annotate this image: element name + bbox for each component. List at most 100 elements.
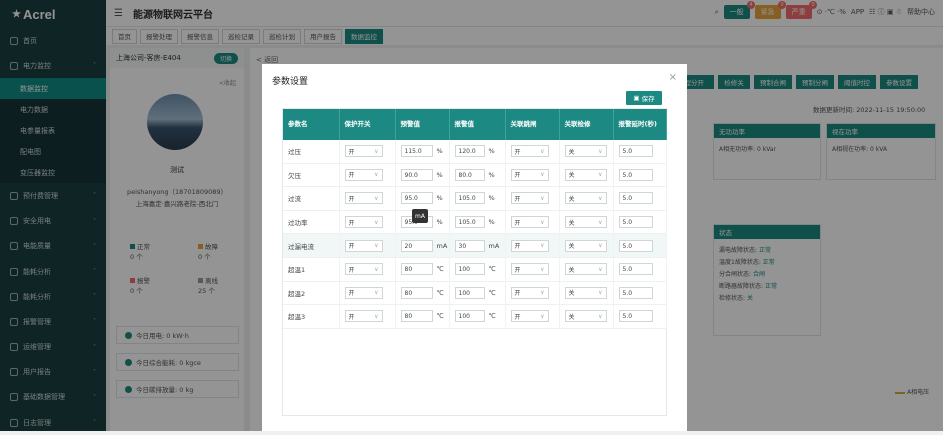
delay-input[interactable]: 5.0 xyxy=(618,192,653,205)
alarm-value-input[interactable]: 30 xyxy=(454,239,485,252)
trip-select[interactable]: 开 ∨ xyxy=(510,216,549,229)
trip-cell: 开 ∨ xyxy=(505,304,560,329)
maintenance-select[interactable]: 关 ∨ xyxy=(564,310,607,323)
maint-cell: 关 ∨ xyxy=(559,186,614,211)
trip-select[interactable]: 开 ∨ xyxy=(510,310,549,323)
alarm-value-input[interactable]: 105.0 xyxy=(454,192,485,205)
alarm-cell: 100 ℃ xyxy=(449,281,506,306)
warn-value-input[interactable]: 20 xyxy=(400,239,433,252)
select-value: 开 xyxy=(348,266,355,274)
protection-switch-select[interactable]: 开 ∨ xyxy=(344,216,383,229)
maintenance-select[interactable]: 关 ∨ xyxy=(564,239,607,252)
unit-label: mA xyxy=(488,241,500,250)
trip-select[interactable]: 开 ∨ xyxy=(510,192,549,205)
unit-label: mA xyxy=(436,241,448,250)
warn-value-input[interactable]: 115.0 xyxy=(400,145,433,158)
maint-cell: 关 ∨ xyxy=(559,281,614,306)
trip-select[interactable]: 开 ∨ xyxy=(510,286,549,299)
protection-switch-select[interactable]: 开 ∨ xyxy=(344,145,383,158)
maintenance-select[interactable]: 关 ∨ xyxy=(564,168,607,181)
protection-switch-select[interactable]: 开 ∨ xyxy=(344,310,383,323)
chevron-down-icon: ∨ xyxy=(374,171,379,179)
param-name: 过漏电流 xyxy=(283,233,340,258)
warn-value-input[interactable]: 80 xyxy=(400,263,433,276)
maint-cell: 关 ∨ xyxy=(559,233,614,258)
select-value: 开 xyxy=(348,313,355,321)
trip-select[interactable]: 开 ∨ xyxy=(510,145,549,158)
trip-select[interactable]: 开 ∨ xyxy=(510,239,549,252)
delay-cell: 5.0 xyxy=(613,257,667,282)
delay-input[interactable]: 5.0 xyxy=(618,145,653,158)
protection-switch-select[interactable]: 开 ∨ xyxy=(344,168,383,181)
protection-switch-select[interactable]: 开 ∨ xyxy=(344,286,383,299)
alarm-value-input[interactable]: 100 xyxy=(454,310,485,323)
col-header-delay: 报警延时(秒) xyxy=(613,109,667,140)
maintenance-select[interactable]: 关 ∨ xyxy=(564,286,607,299)
trip-cell: 开 ∨ xyxy=(505,233,560,258)
delay-input[interactable]: 5.0 xyxy=(618,216,653,229)
warn-cell: 20 mA xyxy=(395,233,450,258)
chevron-down-icon: ∨ xyxy=(374,147,379,155)
warn-value-input[interactable]: 90.0 xyxy=(400,168,433,181)
warn-value-input[interactable]: 80 xyxy=(400,286,433,299)
select-value: 开 xyxy=(514,313,521,321)
alarm-cell: 105.0% xyxy=(449,186,506,211)
select-value: 关 xyxy=(568,290,575,298)
alarm-cell: 30 mA xyxy=(449,233,506,258)
delay-cell: 5.0 xyxy=(613,210,667,235)
param-table-container: 参数名 保护开关 预警值 报警值 关联跳闸 关联检修 报警延时(秒) 过压开 ∨ 1… xyxy=(282,108,667,416)
param-name: 过功率 xyxy=(283,210,340,235)
trip-select[interactable]: 开 ∨ xyxy=(510,263,549,276)
select-value: 关 xyxy=(568,243,575,251)
delay-cell: 5.0 xyxy=(613,140,667,164)
table-row: 超温1 开 ∨ 80 ℃ 100 ℃ 开 ∨ 关 ∨ 5.0 xyxy=(283,257,667,282)
maintenance-select[interactable]: 关 ∨ xyxy=(564,192,607,205)
warn-value-input[interactable]: 95.0 xyxy=(400,192,433,205)
save-button[interactable]: ▣ 保存 xyxy=(626,91,662,105)
unit-label: % xyxy=(436,170,443,179)
maintenance-select[interactable]: 关 ∨ xyxy=(564,216,607,229)
unit-tooltip: mA xyxy=(412,209,428,223)
warn-cell: 90.0% xyxy=(395,163,450,188)
alarm-cell: 100 ℃ xyxy=(449,304,506,329)
unit-label: ℃ xyxy=(488,312,496,321)
maintenance-select[interactable]: 关 ∨ xyxy=(564,263,607,276)
delay-input[interactable]: 5.0 xyxy=(618,239,653,252)
delay-input[interactable]: 5.0 xyxy=(618,286,653,299)
select-value: 关 xyxy=(568,313,575,321)
alarm-value-input[interactable]: 105.0 xyxy=(454,216,485,229)
delay-input[interactable]: 5.0 xyxy=(618,263,653,276)
select-value: 关 xyxy=(568,172,575,180)
protection-switch-select[interactable]: 开 ∨ xyxy=(344,192,383,205)
maint-cell: 关 ∨ xyxy=(559,304,614,329)
unit-label: ℃ xyxy=(436,265,444,274)
select-value: 开 xyxy=(514,219,521,227)
maintenance-select[interactable]: 关 ∨ xyxy=(564,145,607,158)
delay-input[interactable]: 5.0 xyxy=(618,168,653,181)
close-icon[interactable]: × xyxy=(669,72,677,83)
unit-label: % xyxy=(436,194,443,203)
alarm-value-input[interactable]: 80.0 xyxy=(454,168,485,181)
save-label: 保存 xyxy=(641,95,655,103)
switch-cell: 开 ∨ xyxy=(339,257,396,282)
alarm-value-input[interactable]: 100 xyxy=(454,263,485,276)
warn-value-input[interactable]: 80 xyxy=(400,310,433,323)
delay-cell: 5.0 xyxy=(613,186,667,211)
chevron-down-icon: ∨ xyxy=(598,147,603,155)
alarm-value-input[interactable]: 120.0 xyxy=(454,145,485,158)
chevron-down-icon: ∨ xyxy=(540,147,545,155)
warn-cell: 80 ℃ xyxy=(395,304,450,329)
select-value: 关 xyxy=(568,148,575,156)
chevron-down-icon: ∨ xyxy=(540,194,545,202)
col-header-warn: 预警值 xyxy=(395,109,450,140)
chevron-down-icon: ∨ xyxy=(598,194,603,202)
warn-cell: 80 ℃ xyxy=(395,257,450,282)
trip-select[interactable]: 开 ∨ xyxy=(510,168,549,181)
alarm-value-input[interactable]: 100 xyxy=(454,286,485,299)
select-value: 开 xyxy=(348,290,355,298)
maint-cell: 关 ∨ xyxy=(559,163,614,188)
chevron-down-icon: ∨ xyxy=(540,218,545,226)
protection-switch-select[interactable]: 开 ∨ xyxy=(344,239,383,252)
protection-switch-select[interactable]: 开 ∨ xyxy=(344,263,383,276)
delay-input[interactable]: 5.0 xyxy=(618,310,653,323)
